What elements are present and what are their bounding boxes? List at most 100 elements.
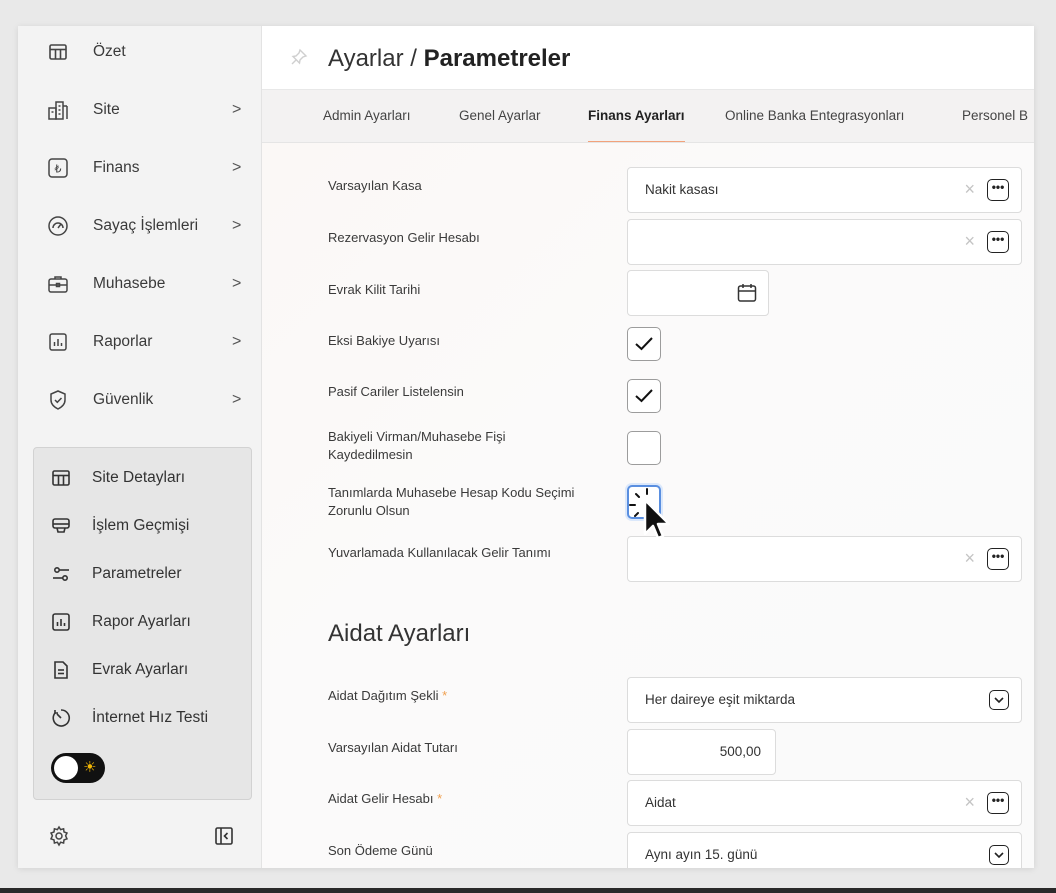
label-line: Tanımlarda Muhasebe Hesap Kodu Seçimi bbox=[328, 485, 575, 500]
rezervasyon-field[interactable]: × ••• bbox=[627, 219, 1022, 265]
submenu-item-rapor-ayarlari[interactable]: Rapor Ayarları bbox=[34, 604, 253, 640]
chevron-right-icon: > bbox=[232, 391, 242, 408]
yuvarlama-field[interactable]: × ••• bbox=[627, 536, 1022, 582]
collapse-icon[interactable] bbox=[211, 823, 237, 849]
building-icon bbox=[46, 98, 70, 122]
sidebar-item-label: Güvenlik bbox=[93, 391, 154, 408]
sidebar-item-ozet[interactable]: Özet bbox=[18, 32, 261, 72]
submenu-item-label: İşlem Geçmişi bbox=[92, 517, 190, 534]
sidebar-item-label: Sayaç İşlemleri bbox=[93, 217, 199, 234]
son-odeme-label: Son Ödeme Günü bbox=[328, 843, 433, 858]
submenu-item-parametreler[interactable]: Parametreler bbox=[34, 556, 253, 592]
clear-icon[interactable]: × bbox=[964, 792, 975, 812]
aidat-gelir-label: Aidat Gelir Hesabı * bbox=[328, 790, 628, 808]
aidat-tutar-input[interactable]: 500,00 bbox=[627, 729, 776, 775]
toggle-knob bbox=[54, 756, 78, 780]
submenu-item-label: Evrak Ayarları bbox=[92, 661, 189, 678]
sun-icon: ☀ bbox=[83, 759, 97, 776]
evrak-kilit-date-field[interactable] bbox=[627, 270, 769, 316]
required-marker: * bbox=[437, 791, 443, 806]
bakiyeli-virman-label: Bakiyeli Virman/Muhasebe Fişi Kaydedilme… bbox=[328, 428, 628, 464]
chevron-down-icon[interactable] bbox=[989, 690, 1009, 710]
pasif-cariler-checkbox[interactable] bbox=[627, 379, 661, 413]
submenu-item-site-detaylari[interactable]: Site Detayları bbox=[34, 460, 253, 496]
field-value: Her daireye eşit miktarda bbox=[645, 692, 796, 707]
pin-icon[interactable] bbox=[290, 48, 308, 71]
tab-admin-ayarlari[interactable]: Admin Ayarları bbox=[323, 90, 411, 142]
theme-toggle[interactable]: ☀ bbox=[51, 753, 105, 783]
pasif-cariler-label: Pasif Cariler Listelensin bbox=[328, 384, 464, 399]
tab-personel[interactable]: Personel B bbox=[962, 90, 1028, 142]
checkmark-icon bbox=[635, 337, 653, 351]
field-value: Aidat bbox=[645, 795, 676, 810]
main-content: Ayarlar / Parametreler Admin Ayarları Ge… bbox=[261, 26, 1034, 868]
gear-icon[interactable] bbox=[46, 823, 72, 849]
breadcrumb[interactable]: Ayarlar / bbox=[328, 45, 417, 72]
aidat-section-title: Aidat Ayarları bbox=[328, 620, 471, 647]
gauge-icon bbox=[46, 214, 70, 238]
chevron-right-icon: > bbox=[232, 275, 242, 292]
clear-icon[interactable]: × bbox=[964, 231, 975, 251]
app-window: Özet Site > ₺ Finans > Sayaç İşlemleri > bbox=[18, 26, 1034, 868]
settings-tabs: Admin Ayarları Genel Ayarlar Finans Ayar… bbox=[262, 90, 1034, 143]
field-value: 500,00 bbox=[719, 744, 761, 759]
label-line: Zorunlu Olsun bbox=[328, 503, 410, 518]
checkmark-icon bbox=[635, 389, 653, 403]
eksi-bakiye-label: Eksi Bakiye Uyarısı bbox=[328, 333, 440, 348]
sidebar-item-finans[interactable]: ₺ Finans > bbox=[18, 148, 261, 188]
screen-bottom-edge bbox=[0, 888, 1056, 893]
tab-genel-ayarlar[interactable]: Genel Ayarlar bbox=[459, 90, 541, 142]
required-marker: * bbox=[442, 688, 448, 703]
submenu-item-label: Site Detayları bbox=[92, 469, 186, 486]
sliders-icon bbox=[50, 563, 72, 585]
label-text: Aidat Dağıtım Şekli bbox=[328, 688, 439, 703]
calendar-icon[interactable] bbox=[736, 282, 758, 309]
aidat-gelir-field[interactable]: Aidat × ••• bbox=[627, 780, 1022, 826]
submenu-item-label: Parametreler bbox=[92, 565, 182, 582]
hesap-kodu-label: Tanımlarda Muhasebe Hesap Kodu Seçimi Zo… bbox=[328, 484, 628, 520]
briefcase-icon bbox=[46, 272, 70, 296]
aidat-dagitim-select[interactable]: Her daireye eşit miktarda bbox=[627, 677, 1022, 723]
svg-text:₺: ₺ bbox=[55, 163, 62, 176]
sidebar-item-raporlar[interactable]: Raporlar > bbox=[18, 322, 261, 362]
son-odeme-select[interactable]: Aynı ayın 15. günü bbox=[627, 832, 1022, 868]
chevron-down-icon[interactable] bbox=[989, 845, 1009, 865]
submenu-item-islem-gecmisi[interactable]: İşlem Geçmişi bbox=[34, 508, 253, 544]
more-options-icon[interactable]: ••• bbox=[987, 179, 1009, 201]
bakiyeli-virman-checkbox[interactable] bbox=[627, 431, 661, 465]
aidat-dagitim-label: Aidat Dağıtım Şekli * bbox=[328, 687, 628, 705]
sidebar-item-guvenlik[interactable]: Güvenlik > bbox=[18, 380, 261, 420]
sidebar-item-label: Raporlar bbox=[93, 333, 153, 350]
sidebar: Özet Site > ₺ Finans > Sayaç İşlemleri > bbox=[18, 26, 261, 868]
sidebar-item-sayac[interactable]: Sayaç İşlemleri > bbox=[18, 206, 261, 246]
chevron-right-icon: > bbox=[232, 217, 242, 234]
submenu-item-label: İnternet Hız Testi bbox=[92, 709, 209, 726]
clear-icon[interactable]: × bbox=[964, 179, 975, 199]
rezervasyon-label: Rezervasyon Gelir Hesabı bbox=[328, 230, 480, 245]
mouse-cursor-icon bbox=[627, 488, 677, 553]
speed-icon bbox=[50, 707, 72, 729]
more-options-icon[interactable]: ••• bbox=[987, 792, 1009, 814]
page-title: Ayarlar / Parametreler bbox=[328, 45, 570, 73]
submenu-item-internet-hiz-testi[interactable]: İnternet Hız Testi bbox=[34, 700, 253, 736]
label-line: Bakiyeli Virman/Muhasebe Fişi bbox=[328, 429, 506, 444]
tab-online-banka[interactable]: Online Banka Entegrasyonları bbox=[725, 90, 904, 142]
clear-icon[interactable]: × bbox=[964, 548, 975, 568]
sidebar-item-site[interactable]: Site > bbox=[18, 90, 261, 130]
eksi-bakiye-checkbox[interactable] bbox=[627, 327, 661, 361]
tab-finans-ayarlari[interactable]: Finans Ayarları bbox=[588, 90, 685, 142]
varsayilan-kasa-label: Varsayılan Kasa bbox=[328, 178, 422, 193]
label-text: Aidat Gelir Hesabı bbox=[328, 791, 434, 806]
finans-settings-form: Varsayılan Kasa Nakit kasası × ••• Rezer… bbox=[262, 143, 1034, 868]
more-options-icon[interactable]: ••• bbox=[987, 231, 1009, 253]
varsayilan-kasa-field[interactable]: Nakit kasası × ••• bbox=[627, 167, 1022, 213]
document-icon bbox=[50, 659, 72, 681]
sidebar-item-muhasebe[interactable]: Muhasebe > bbox=[18, 264, 261, 304]
site-submenu-panel: Site Detayları İşlem Geçmişi Parametrele… bbox=[33, 447, 252, 800]
sidebar-item-label: Muhasebe bbox=[93, 275, 166, 292]
page-title-current: Parametreler bbox=[423, 45, 571, 72]
chevron-right-icon: > bbox=[232, 333, 242, 350]
submenu-item-evrak-ayarlari[interactable]: Evrak Ayarları bbox=[34, 652, 253, 688]
more-options-icon[interactable]: ••• bbox=[987, 548, 1009, 570]
report-icon bbox=[46, 330, 70, 354]
